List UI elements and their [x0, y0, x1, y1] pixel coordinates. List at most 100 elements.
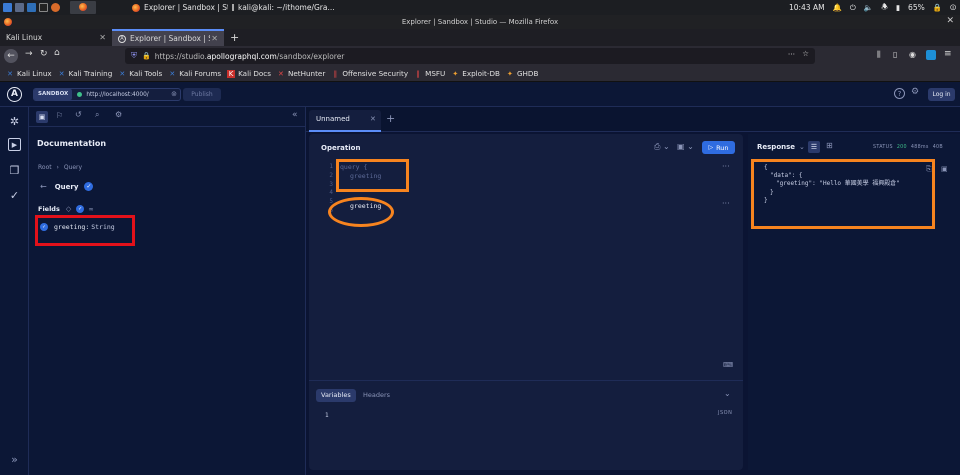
lock-icon[interactable]: 🔒 — [933, 3, 942, 12]
add-tab-button[interactable]: + — [386, 112, 395, 125]
tab-close-icon[interactable]: ✕ — [370, 115, 376, 123]
json-view-icon[interactable]: ☰ — [808, 141, 820, 153]
bookmark-kali-docs[interactable]: K Kali Docs — [227, 69, 271, 78]
shield-icon[interactable]: ⛨ — [131, 51, 137, 61]
collapse-panel-icon[interactable]: « — [292, 110, 298, 120]
settings-icon[interactable]: ⚙ — [911, 87, 919, 97]
taskbar-item-firefox[interactable]: Explorer | Sandbox | Stu... — [128, 1, 228, 14]
breadcrumb-current[interactable]: Query — [64, 164, 82, 171]
sidebar-icon[interactable]: ▯ — [893, 50, 897, 59]
bookmark-kali-linux[interactable]: ✕ Kali Linux — [6, 69, 52, 78]
bookmark-kali-tools[interactable]: ✕ Kali Tools — [118, 69, 162, 78]
back-arrow-icon[interactable]: ← — [40, 182, 47, 191]
help-icon[interactable]: ? — [894, 88, 905, 99]
checks-icon[interactable]: ✓ — [8, 189, 21, 202]
page-actions-icon[interactable]: ··· — [788, 50, 795, 59]
account-icon[interactable]: ◉ — [909, 50, 916, 59]
operation-more-icon[interactable]: ··· — [722, 162, 730, 171]
keyboard-shortcuts-icon[interactable]: ⌨ — [723, 361, 733, 369]
type-header: ← Query ✓ — [40, 182, 94, 191]
home-button[interactable]: ⌂ — [54, 48, 60, 58]
notification-icon[interactable]: 🔔 — [833, 3, 842, 12]
firefox-launcher-icon[interactable] — [51, 3, 60, 12]
response-title: Response — [757, 143, 796, 151]
files-icon[interactable] — [27, 3, 36, 12]
expand-response-icon[interactable]: ▣ — [941, 165, 948, 173]
taskbar-item-terminal[interactable]: kali@kali: ~/ithome/Gra... — [228, 1, 338, 14]
bookmark-kali-training[interactable]: ✕ Kali Training — [58, 69, 113, 78]
bookmark-kali-forums[interactable]: ✕ Kali Forums — [168, 69, 221, 78]
new-tab-button[interactable]: + — [224, 29, 245, 46]
publish-button[interactable]: Publish — [183, 88, 221, 101]
window-title: Explorer | Sandbox | Studio — Mozilla Fi… — [401, 18, 559, 26]
forward-button[interactable]: → — [25, 49, 33, 59]
orange-annotation-box — [751, 159, 935, 229]
apollo-logo-icon[interactable]: A — [7, 87, 22, 102]
response-header[interactable]: Response ⌄ — [757, 143, 805, 151]
kali-menu-icon[interactable] — [3, 3, 12, 12]
docs-tab-icon[interactable]: ▣ — [36, 111, 48, 123]
url-bar[interactable]: ⛨ 🔒 https://studio. apollographql.com/san… — [125, 48, 815, 64]
json-label: JSON — [718, 410, 733, 416]
history-icon[interactable]: ↺ — [75, 110, 82, 119]
bookmark-ghdb[interactable]: ✦ GHDB — [506, 69, 538, 78]
more-icon[interactable]: ∞ — [88, 205, 93, 213]
endpoint-selector[interactable]: SANDBOX http://localhost:4000/ ⊚ — [33, 88, 181, 101]
tab-close-icon[interactable]: ✕ — [211, 34, 218, 43]
window-close-icon[interactable]: ✕ — [946, 16, 954, 26]
clock[interactable]: 10:43 AM — [789, 3, 825, 12]
copy-operation-icon[interactable]: ⎙ ⌄ — [654, 142, 670, 152]
bookmark-star-icon[interactable]: ☆ — [802, 49, 809, 58]
expand-rail-icon[interactable]: » — [8, 453, 21, 466]
breadcrumb-root[interactable]: Root — [38, 164, 52, 171]
table-view-icon[interactable]: ⊞ — [826, 141, 833, 150]
tab-headers[interactable]: Headers — [363, 389, 390, 402]
endpoint-settings-icon[interactable]: ⊚ — [171, 90, 177, 98]
logout-icon[interactable]: ⏼ — [950, 3, 956, 13]
power-status-icon[interactable]: ⏻ — [850, 3, 856, 13]
url-prefix: https://studio. — [154, 51, 207, 61]
bookmark-offensive-security[interactable]: ‖ Offensive Security — [331, 69, 409, 78]
save-operation-icon[interactable]: ▣ ⌄ — [677, 142, 694, 151]
browser-tab-strip: Kali Linux ✕ A Explorer | Sandbox | Stud… — [0, 29, 960, 46]
extension-icon[interactable] — [926, 50, 936, 60]
browser-tab-explorer[interactable]: A Explorer | Sandbox | Studi ✕ — [112, 29, 224, 46]
documents-icon[interactable]: ❐ — [8, 164, 21, 177]
bookmark-nethunter[interactable]: ✕ NetHunter — [277, 69, 325, 78]
preferences-icon[interactable]: ⚙ — [115, 110, 122, 119]
volume-icon[interactable]: 🔈 — [864, 3, 873, 12]
login-button[interactable]: Log in — [928, 88, 955, 101]
browser-tab-kali[interactable]: Kali Linux ✕ — [0, 29, 112, 46]
lock-icon[interactable]: 🔒 — [142, 52, 151, 60]
tab-close-icon[interactable]: ✕ — [99, 33, 106, 42]
collapse-variables-icon[interactable]: ⌄ — [724, 389, 731, 398]
search-icon[interactable]: ⌕ — [95, 110, 99, 120]
run-button[interactable]: ▷ Run — [702, 141, 735, 154]
bell-icon[interactable]: 🕭 — [881, 1, 888, 14]
terminal-icon[interactable] — [39, 3, 48, 12]
url-path: /sandbox/explorer — [276, 51, 345, 61]
schema-graph-icon[interactable]: ✲ — [8, 115, 21, 128]
reload-button[interactable]: ↻ — [40, 49, 48, 59]
terminal-icon — [232, 4, 234, 11]
workspace-1-icon[interactable] — [15, 3, 24, 12]
breadcrumb: Root › Query — [38, 164, 83, 171]
sort-icon[interactable]: ◇ — [66, 205, 71, 213]
play-icon: ▷ — [708, 144, 714, 151]
status-label: STATUS — [873, 145, 893, 150]
tab-unnamed[interactable]: Unnamed ✕ — [309, 110, 381, 132]
bookmark-exploit-db[interactable]: ✦ Exploit-DB — [451, 69, 500, 78]
selection-more-icon[interactable]: ··· — [722, 199, 730, 208]
workspace-switcher[interactable] — [70, 1, 96, 14]
explorer-icon[interactable]: ▶ — [8, 138, 21, 151]
battery-icon[interactable]: ▮ — [896, 3, 900, 12]
select-all-icon[interactable]: ✓ — [76, 205, 85, 213]
response-time: 488ms — [910, 145, 929, 150]
bookmark-icon[interactable]: ⚐ — [56, 111, 63, 120]
menu-icon[interactable]: ≡ — [944, 49, 952, 59]
library-icon[interactable]: ⫼ — [877, 50, 881, 60]
back-button[interactable]: ← — [4, 49, 18, 63]
tab-variables[interactable]: Variables — [316, 389, 356, 402]
type-name: Query — [54, 182, 79, 191]
bookmark-msfu[interactable]: ‖ MSFU — [414, 69, 445, 78]
